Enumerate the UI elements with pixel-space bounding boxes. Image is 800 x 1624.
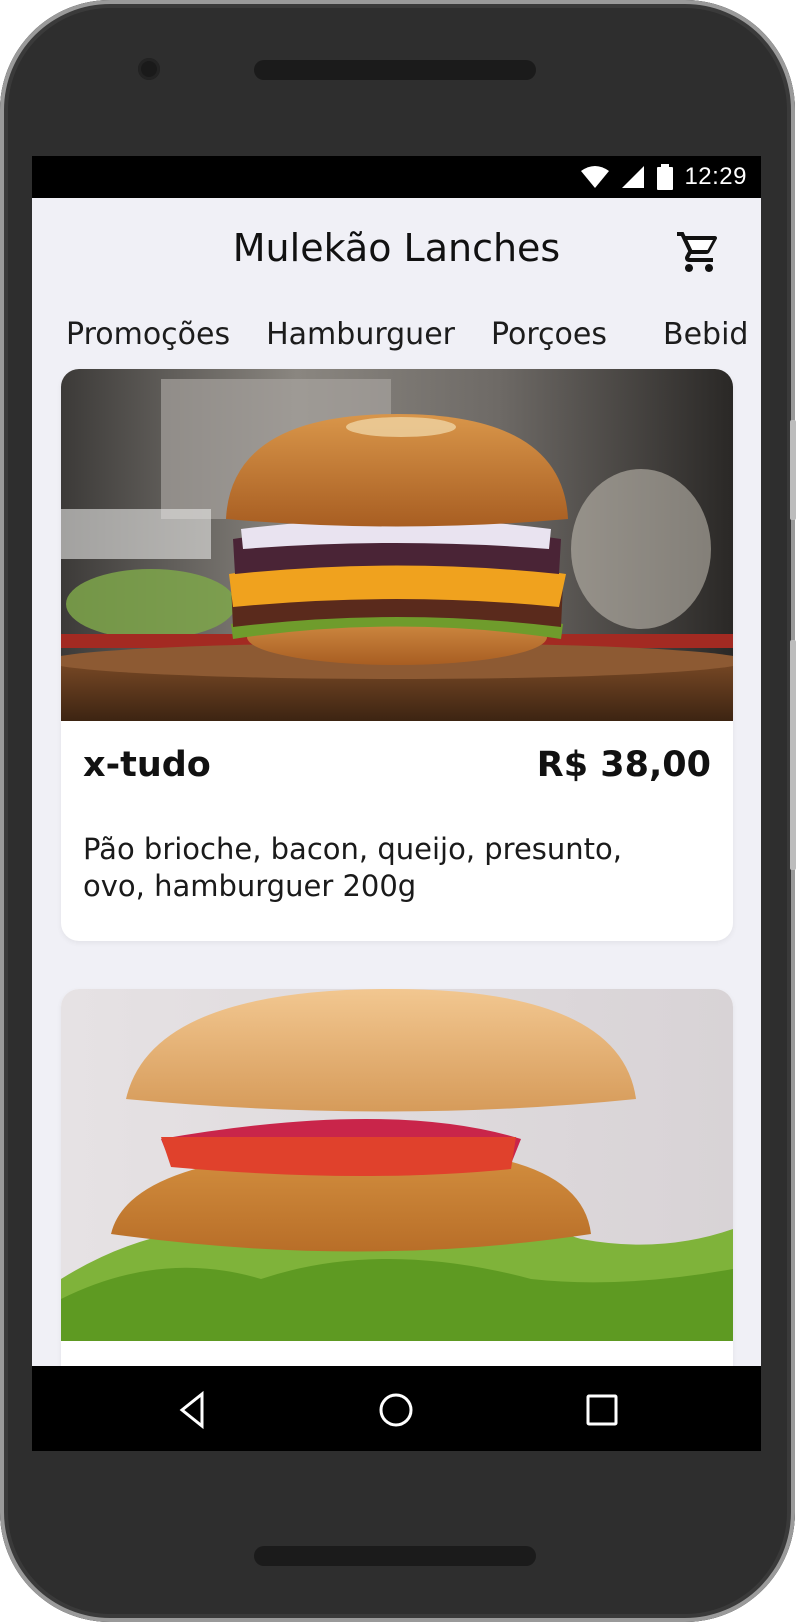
earpiece-speaker: [254, 60, 536, 80]
app-title: Mulekão Lanches: [232, 226, 561, 270]
tab-porcoes[interactable]: Porçoes: [491, 317, 607, 352]
front-camera: [138, 58, 160, 80]
volume-button: [790, 420, 796, 520]
burger-photo: [61, 369, 733, 721]
product-card[interactable]: [61, 989, 733, 1409]
veggie-burger-photo: [61, 989, 733, 1341]
status-time: 12:29: [684, 163, 747, 190]
tab-promocoes[interactable]: Promoções: [66, 317, 230, 352]
app-header: Mulekão Lanches: [32, 198, 761, 306]
product-name: x-tudo: [83, 745, 211, 785]
category-tabs: Promoções Hamburguer Porçoes Bebid: [32, 306, 761, 362]
tab-bebidas[interactable]: Bebid: [663, 317, 748, 352]
product-card[interactable]: x-tudo R$ 38,00 Pão brioche, bacon, quei…: [61, 369, 733, 941]
signal-icon: [622, 166, 645, 188]
shopping-cart-icon[interactable]: [675, 228, 723, 276]
product-price: R$ 38,00: [536, 745, 711, 785]
power-button: [790, 640, 796, 870]
navigation-bar: [32, 1366, 761, 1451]
app-screen: 12:29 Mulekão Lanches Promoções Hamburgu…: [32, 156, 761, 1451]
recents-square-icon[interactable]: [580, 1388, 624, 1432]
home-circle-icon[interactable]: [374, 1388, 418, 1432]
status-bar: 12:29: [32, 156, 761, 198]
product-description: Pão brioche, bacon, queijo, presunto, ov…: [83, 832, 622, 903]
phone-frame: 12:29 Mulekão Lanches Promoções Hamburgu…: [0, 0, 796, 1622]
battery-icon: [657, 164, 674, 190]
tab-hamburguer[interactable]: Hamburguer: [266, 317, 455, 352]
bottom-speaker: [254, 1546, 536, 1566]
back-triangle-icon[interactable]: [172, 1388, 216, 1432]
wifi-icon: [581, 166, 610, 188]
